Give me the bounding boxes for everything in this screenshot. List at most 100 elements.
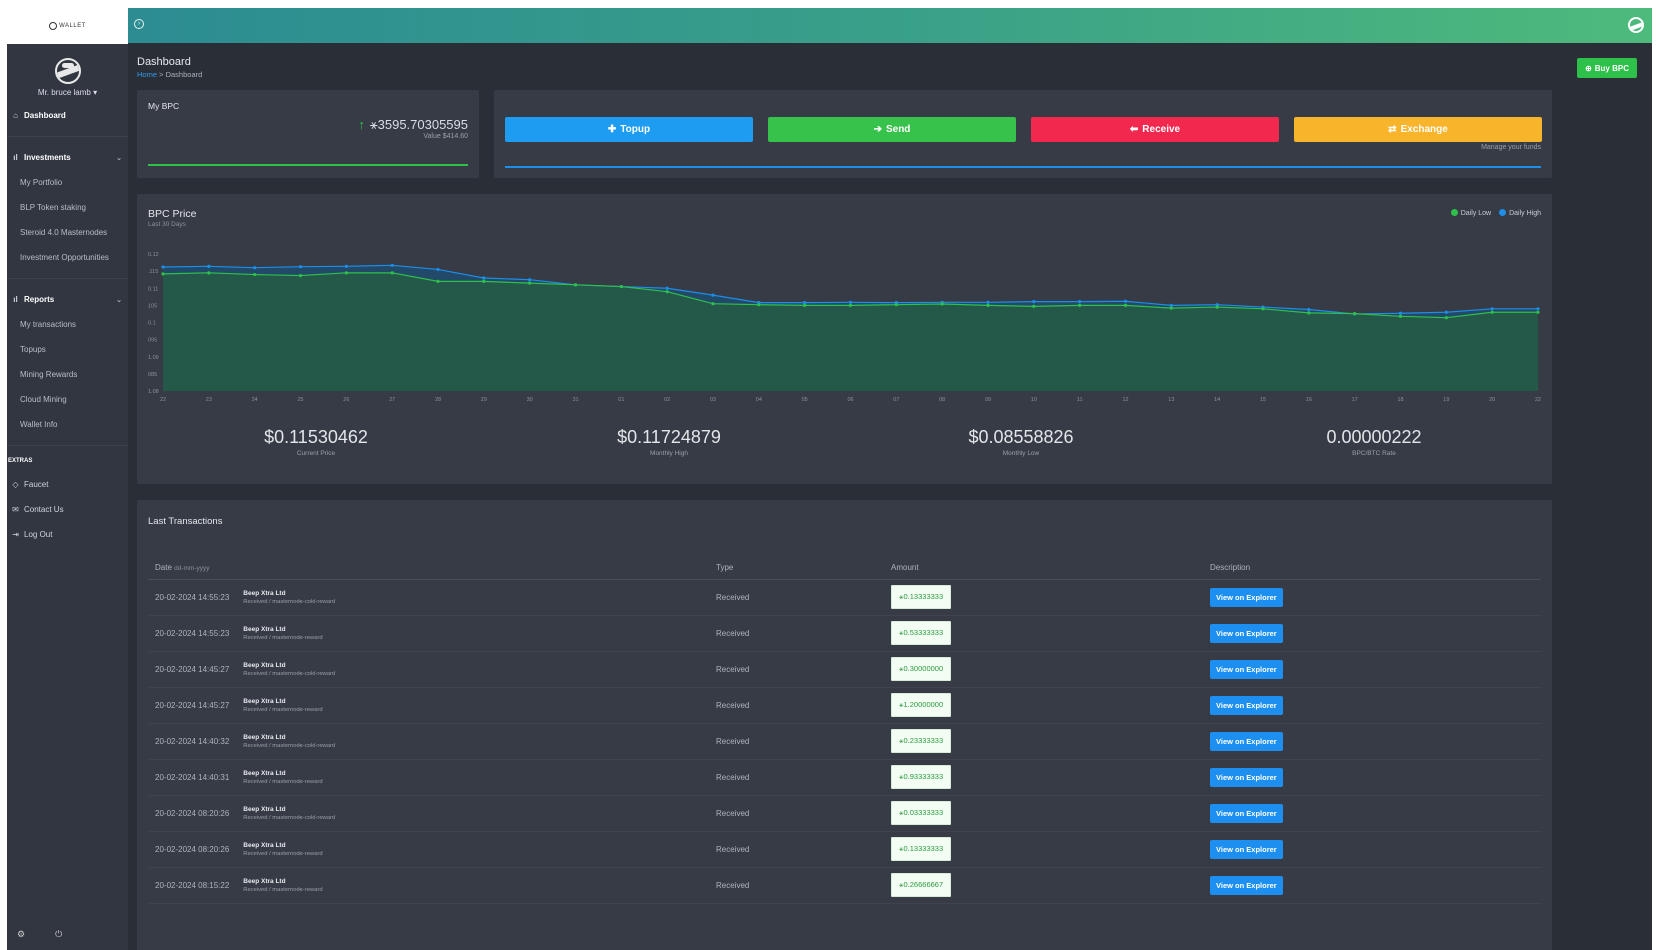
description-cell: View on Explorer [1203,651,1541,688]
date-cell: 20-02-2024 14:45:27 Beep Xtra Ltd Received… [148,687,709,724]
sidebar-item-my-transactions[interactable]: My transactions [7,312,128,337]
sidebar-item-label: Dashboard [24,111,66,120]
sidebar-item-contact-us[interactable]: ✉ Contact Us [7,497,128,522]
view-on-explorer-button[interactable]: View on Explorer [1210,875,1283,895]
breadcrumb-home-link[interactable]: Home [137,70,157,79]
amount-cell: ⚹0.13333333 [884,831,1203,868]
tx-date: 20-02-2024 14:55:23 [155,628,230,638]
stat-label: Monthly High [650,450,688,457]
main-content: Dashboard Home > Dashboard ⊕ Buy BPC My … [128,43,1652,950]
sidebar-item-wallet-info[interactable]: Wallet Info [7,412,128,437]
sidebar-item-faucet[interactable]: ◇ Faucet [7,472,128,497]
tx-type: Received [716,628,750,638]
sidebar-item-investment-opportunities[interactable]: Investment Opportunities [7,245,128,270]
type-cell: Received [709,759,884,796]
column-header-type[interactable]: Type [709,556,884,580]
column-header-description[interactable]: Description [1203,556,1541,580]
sidebar-item-steroid-masternodes[interactable]: Steroid 4.0 Masternodes [7,220,128,245]
tx-amount: 0.93333333 [903,772,944,781]
tx-date: 20-02-2024 14:45:27 [155,664,230,674]
daily-high-point [803,301,807,305]
sidebar: WALLET Mr. bruce lamb ▾ ⌂ Dashboard ıl I… [7,8,128,950]
x-tick-label: 07 [893,397,899,403]
column-header-amount[interactable]: Amount [884,556,1203,580]
x-tick-label: 29 [481,397,487,403]
x-tick-label: 14 [1214,397,1220,403]
tx-type: Received [716,808,750,818]
topup-button[interactable]: ✚ Topup [505,117,753,142]
stat-monthly-high: $0.11724879 Monthly High [569,427,769,457]
view-on-explorer-button[interactable]: View on Explorer [1210,803,1283,823]
description-cell: View on Explorer [1203,615,1541,652]
sidebar-toggle-icon[interactable]: › [134,19,144,29]
tx-party-desc: Received / masternode-reward [243,779,323,785]
sidebar-group-reports[interactable]: ıl Reports ⌄ [7,287,128,312]
table-row: 20-02-2024 14:45:27 Beep Xtra Ltd Received… [148,687,1541,724]
logout-icon: ⇥ [12,530,19,539]
view-on-explorer-button[interactable]: View on Explorer [1210,659,1283,679]
sidebar-item-cloud-mining[interactable]: Cloud Mining [7,387,128,412]
daily-high-point [253,266,257,270]
page-title: Dashboard [137,56,191,68]
receive-button[interactable]: ⬅ Receive [1031,117,1279,142]
amount-cell: ⚹0.93333333 [884,759,1203,796]
daily-low-point [298,273,303,278]
stat-value: $0.11530462 [264,427,368,447]
sidebar-item-dashboard[interactable]: ⌂ Dashboard [7,103,128,128]
table-row: 20-02-2024 14:45:27 Beep Xtra Ltd Received… [148,651,1541,688]
sidebar-item-label: Wallet Info [20,420,58,429]
description-cell: View on Explorer [1203,723,1541,760]
view-on-explorer-button[interactable]: View on Explorer [1210,587,1283,607]
send-button[interactable]: ➔ Send [768,117,1016,142]
daily-high-point [1169,303,1173,307]
sidebar-item-blp-token-staking[interactable]: BLP Token staking [7,195,128,220]
table-row: 20-02-2024 08:20:26 Beep Xtra Ltd Received… [148,795,1541,832]
arrow-up-icon: ↑ [358,117,365,132]
sidebar-item-mining-rewards[interactable]: Mining Rewards [7,362,128,387]
fund-actions-card: ✚ Topup ➔ Send ⬅ Receive ⇄ Exchange Manage y… [494,90,1552,178]
y-tick-label: 095 [148,338,157,344]
y-tick-label: 1.08 [148,389,159,395]
app-logo[interactable]: WALLET [7,8,128,44]
tx-party: Beep Xtra Ltd Received / masternode-rewar… [243,769,322,785]
gear-icon[interactable]: ⚙ [17,929,25,940]
buy-bpc-button[interactable]: ⊕ Buy BPC [1577,58,1637,78]
table-row: 20-02-2024 14:40:32 Beep Xtra Ltd Received… [148,723,1541,760]
sidebar-item-topups[interactable]: Topups [7,337,128,362]
sidebar-group-investments[interactable]: ıl Investments ⌄ [7,145,128,170]
view-on-explorer-button[interactable]: View on Explorer [1210,695,1283,715]
globe-avatar-icon[interactable] [1628,17,1644,33]
transactions-body: 20-02-2024 14:55:23 Beep Xtra Ltd Received… [148,579,1541,904]
x-tick-label: 27 [389,397,395,403]
stat-value: 0.00000222 [1326,427,1422,447]
sidebar-item-label: Steroid 4.0 Masternodes [20,228,108,237]
my-bpc-card: My BPC ↑ ⚹3595.70305595 Value $414.60 [137,90,479,178]
tx-date: 20-02-2024 14:45:27 [155,700,230,710]
amount-badge: ⚹1.20000000 [891,693,952,717]
balance-usd-value: Value $414.60 [423,133,468,140]
amount-badge: ⚹0.13333333 [891,837,952,861]
daily-low-area [163,272,1538,391]
tx-amount: 0.53333333 [903,628,944,637]
exchange-button[interactable]: ⇄ Exchange [1294,117,1542,142]
daily-high-point [1078,300,1082,304]
sidebar-item-my-portfolio[interactable]: My Portfolio [7,170,128,195]
daily-low-point [894,303,898,307]
daily-low-point [757,303,761,307]
view-on-explorer-button[interactable]: View on Explorer [1210,839,1283,859]
breadcrumb: Home > Dashboard [137,70,202,79]
daily-high-point [207,264,211,268]
sidebar-item-label: Faucet [24,480,49,489]
daily-low-point [390,271,394,275]
amount-cell: ⚹0.26666667 [884,867,1203,904]
power-icon[interactable]: ⏻ [55,929,62,940]
logo-icon [49,22,58,30]
view-on-explorer-button[interactable]: View on Explorer [1210,623,1283,643]
view-on-explorer-button[interactable]: View on Explorer [1210,731,1283,751]
column-header-date[interactable]: Date dd-mm-yyyy [148,556,709,580]
tx-party-name: Beep Xtra Ltd [243,734,286,741]
view-on-explorer-button[interactable]: View on Explorer [1210,767,1283,787]
sidebar-item-log-out[interactable]: ⇥ Log Out [7,522,128,547]
user-menu[interactable]: Mr. bruce lamb ▾ [7,88,128,97]
column-header-label: Amount [891,562,919,572]
